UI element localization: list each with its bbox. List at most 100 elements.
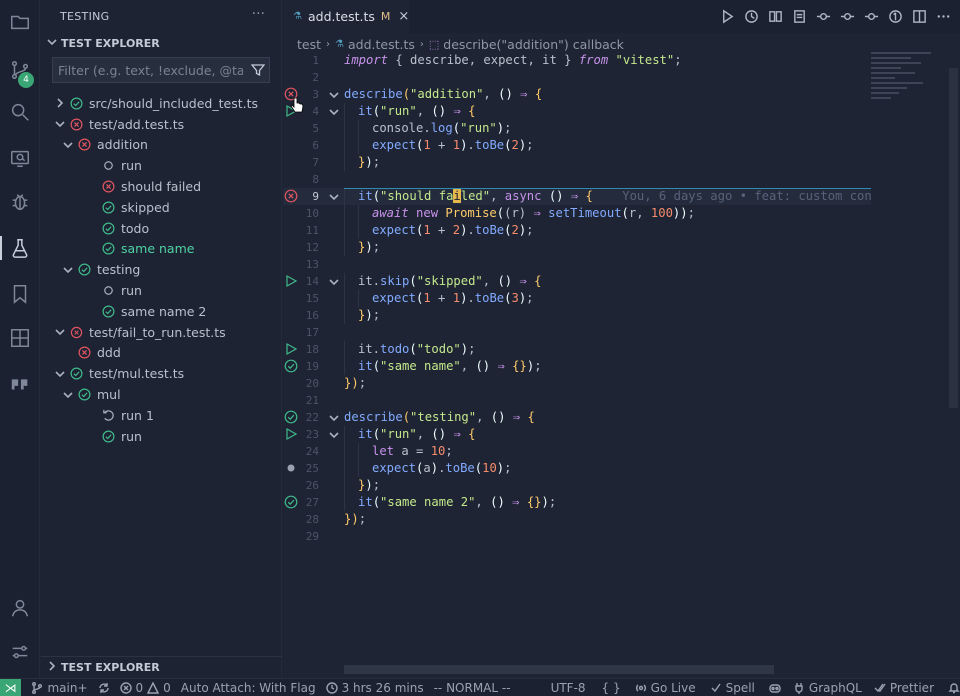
history-icon[interactable] — [742, 7, 760, 25]
horizontal-scrollbar[interactable] — [344, 665, 774, 674]
test-tree-item[interactable]: addition — [41, 135, 282, 156]
breadcrumb-symbol[interactable]: describe("addition") callback — [443, 37, 624, 52]
code-line[interactable]: 12}); — [283, 239, 871, 256]
code-line[interactable]: 15 expect(1 + 1).toBe(3); — [283, 290, 871, 307]
chevron-down-icon[interactable] — [54, 118, 66, 130]
code-line[interactable]: 11 expect(1 + 2).toBe(2); — [283, 222, 871, 239]
test-explorer-section-header[interactable]: TEST EXPLORER — [41, 32, 282, 54]
test-tree-item[interactable]: test/mul.test.ts — [41, 363, 282, 384]
compare-changes-icon[interactable] — [766, 7, 784, 25]
source-control-icon[interactable]: 4 — [0, 50, 40, 90]
quote-icon[interactable] — [0, 364, 40, 404]
passed-icon[interactable] — [284, 359, 298, 373]
filter-funnel-icon[interactable] — [251, 63, 265, 77]
code-line[interactable]: 4 it("run", () ⇒ { — [283, 103, 871, 120]
test-tree-item[interactable]: same name — [41, 239, 282, 260]
remote-indicator-icon[interactable]: ⋊ — [0, 678, 22, 696]
code-line[interactable]: 14 it.skip("skipped", () ⇒ { — [283, 273, 871, 290]
code-line[interactable]: 13 — [283, 256, 871, 273]
spell-button[interactable]: Spell — [710, 681, 755, 695]
code-line[interactable]: 21 — [283, 392, 871, 409]
run-test-icon[interactable] — [284, 274, 298, 288]
chevron-down-icon[interactable] — [62, 264, 74, 276]
chevron-right-icon[interactable] — [54, 97, 66, 109]
more-actions-icon[interactable]: ··· — [252, 6, 265, 22]
test-tree-item[interactable]: todo — [41, 218, 282, 239]
sync-icon[interactable] — [98, 682, 110, 694]
breadcrumb-folder[interactable]: test — [297, 37, 321, 52]
code-editor[interactable]: 1 import { describe, expect, it } from "v… — [283, 52, 871, 664]
minimap[interactable] — [871, 52, 949, 112]
code-line[interactable]: 5 console.log("run"); — [283, 120, 871, 137]
passed-icon[interactable] — [284, 410, 298, 424]
testing-icon[interactable] — [0, 228, 40, 268]
code-line[interactable]: 3 describe("addition", () ⇒ { — [283, 86, 871, 103]
notifications-bell-icon[interactable] — [948, 682, 960, 694]
next-change-icon[interactable] — [862, 7, 880, 25]
code-line[interactable]: 25 expect(a).toBe(10); — [283, 460, 871, 477]
breadcrumb-file[interactable]: add.test.ts — [348, 37, 415, 52]
previous-change-icon[interactable] — [838, 7, 856, 25]
test-tree-item[interactable]: src/should_included_test.ts — [41, 93, 282, 114]
debug-icon[interactable] — [0, 182, 40, 222]
code-line[interactable]: 22 describe("testing", () ⇒ { — [283, 409, 871, 426]
code-line[interactable]: 10 await new Promise((r) ⇒ setTimeout(r, … — [283, 205, 871, 222]
chevron-down-icon[interactable] — [54, 326, 66, 338]
chevron-down-icon[interactable] — [54, 368, 66, 380]
prettier-button[interactable]: Prettier — [874, 681, 934, 695]
test-tree-item[interactable]: test/fail_to_run.test.ts — [41, 322, 282, 343]
test-tree-item[interactable]: run 1 — [41, 405, 282, 426]
test-tree-item[interactable]: run — [41, 280, 282, 301]
test-tree-item[interactable]: should failed — [41, 176, 282, 197]
account-icon[interactable] — [0, 588, 40, 628]
code-line[interactable]: 7}); — [283, 154, 871, 171]
close-icon[interactable]: × — [398, 9, 409, 24]
code-line[interactable]: 17 — [283, 324, 871, 341]
code-line[interactable]: 24 let a = 10; — [283, 443, 871, 460]
code-line[interactable]: 23 it("run", () ⇒ { — [283, 426, 871, 443]
chevron-down-icon[interactable] — [62, 139, 74, 151]
chevron-down-icon[interactable] — [62, 389, 74, 401]
test-tree-item[interactable]: testing — [41, 259, 282, 280]
preview-icon[interactable] — [790, 7, 808, 25]
code-line[interactable]: 8 — [283, 171, 871, 188]
failed-icon[interactable] — [284, 189, 298, 203]
copilot-icon[interactable] — [769, 682, 781, 694]
explorer-icon[interactable] — [0, 2, 40, 42]
code-line[interactable]: 18 it.todo("todo"); — [283, 341, 871, 358]
code-line[interactable]: 6 expect(1 + 1).toBe(2); — [283, 137, 871, 154]
code-line[interactable]: 26}); — [283, 477, 871, 494]
code-line[interactable]: 16}); — [283, 307, 871, 324]
code-line[interactable]: 20}); — [283, 375, 871, 392]
open-changes-icon[interactable] — [886, 7, 904, 25]
code-line[interactable]: 1 import { describe, expect, it } from "v… — [283, 52, 871, 69]
go-live-button[interactable]: Go Live — [635, 681, 696, 695]
run-test-icon[interactable] — [284, 427, 298, 441]
test-tree-item[interactable]: run — [41, 426, 282, 447]
run-icon[interactable] — [718, 7, 736, 25]
passed-icon[interactable] — [284, 495, 298, 509]
test-tree-item[interactable]: test/add.test.ts — [41, 114, 282, 135]
language-braces[interactable]: { } — [602, 681, 621, 695]
test-tree-item[interactable]: mul — [41, 384, 282, 405]
code-line[interactable]: 27 it("same name 2", () ⇒ {}); — [283, 494, 871, 511]
problems-indicator[interactable]: 0 0 — [119, 681, 171, 695]
test-tree-item[interactable]: skipped — [41, 197, 282, 218]
extensions-icon[interactable] — [0, 318, 40, 358]
code-line[interactable]: 9 it("should failed", async () ⇒ { You, 6… — [283, 188, 871, 205]
test-explorer-bottom-header[interactable]: TEST EXPLORER — [41, 656, 282, 678]
filter-input[interactable] — [53, 58, 243, 82]
remote-explorer-icon[interactable] — [0, 138, 40, 178]
code-line[interactable]: 2 — [283, 69, 871, 86]
fold-chevron-icon[interactable] — [329, 188, 339, 205]
run-test-icon[interactable] — [284, 342, 298, 356]
git-commit-icon[interactable] — [814, 7, 832, 25]
tab-add-test-ts[interactable]: ⚗ add.test.ts M × — [283, 0, 409, 33]
code-line[interactable]: 28}); — [283, 511, 871, 528]
encoding-indicator[interactable]: UTF-8 — [551, 681, 586, 695]
branch-indicator[interactable]: main+ — [31, 681, 88, 695]
graphql-button[interactable]: GraphQL — [793, 681, 862, 695]
time-tracker[interactable]: 3 hrs 26 mins — [325, 681, 424, 695]
split-editor-icon[interactable] — [910, 7, 928, 25]
search-icon[interactable] — [0, 92, 40, 132]
